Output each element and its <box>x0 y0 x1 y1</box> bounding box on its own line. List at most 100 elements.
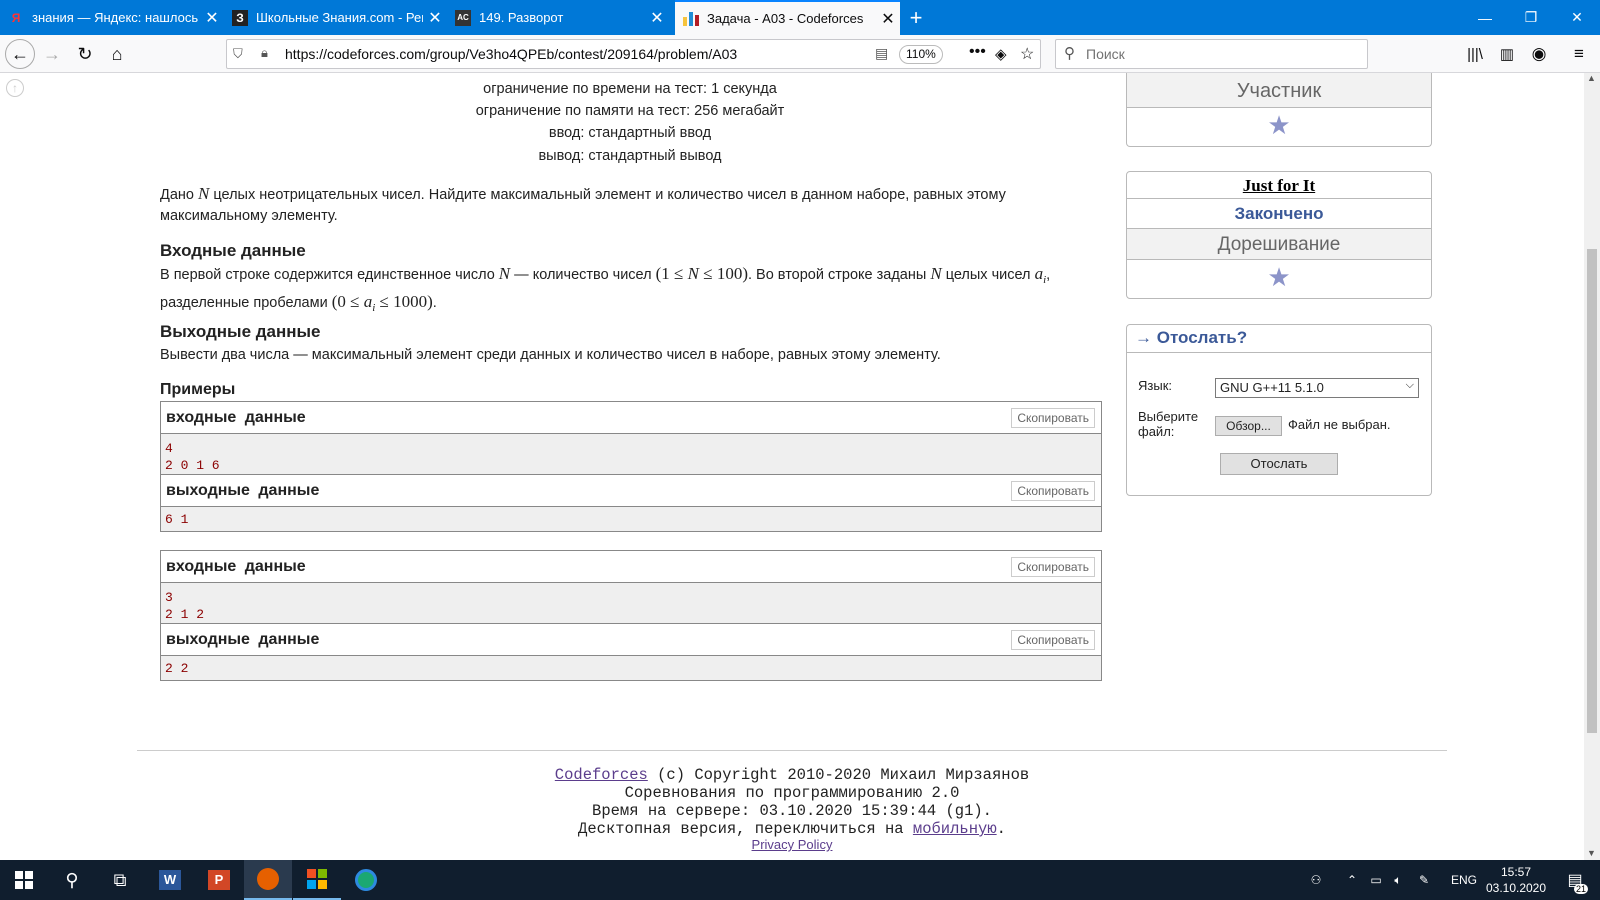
bookmark-star-icon[interactable]: ☆ <box>1020 44 1034 64</box>
contest-name-link[interactable]: Just for It <box>1127 172 1431 199</box>
tab-title: Школьные Знания.com - Реш <box>256 10 423 25</box>
windows-start-icon[interactable] <box>0 860 48 900</box>
scrollbar-thumb[interactable] <box>1587 249 1597 733</box>
sample-test-1: входные данные Скопировать 4 2 0 1 6 вых… <box>160 401 1102 532</box>
contest-status: Закончено <box>1127 199 1431 229</box>
file-label-line1: Выберите <box>1138 409 1199 424</box>
statement-text: Дано <box>160 187 194 203</box>
copy-input-button[interactable]: Скопировать <box>1011 557 1095 577</box>
math-range: ≤ 1000) <box>375 291 433 311</box>
tab-acmp[interactable]: AC 149. Разворот ✕ <box>447 0 669 35</box>
pocket-icon[interactable]: ◈ <box>995 45 1007 63</box>
close-tab-icon[interactable]: ✕ <box>876 9 900 29</box>
footer-dot: . <box>996 820 1006 838</box>
math-sub: i <box>1043 273 1047 286</box>
url-bar[interactable]: ⛉ 🔒︎ https://codeforces.com/group/Ve3ho4… <box>226 39 1041 69</box>
copy-input-button[interactable]: Скопировать <box>1011 408 1095 428</box>
sample-input: 3 2 1 2 <box>161 583 1101 624</box>
volume-icon[interactable]: 🔈︎ <box>1388 860 1408 900</box>
menu-icon[interactable]: ≡ <box>1564 39 1594 69</box>
znaniya-icon: З <box>232 9 248 26</box>
time-limit: ограничение по времени на тест: 1 секунд… <box>483 81 777 97</box>
input-text: разделенные пробелами <box>160 294 328 311</box>
clock[interactable]: 15:57 03.10.2020 <box>1486 860 1546 900</box>
server-time: Время на сервере: 03.10.2020 15:39:44 (g… <box>592 802 992 820</box>
copyright-text: (c) Copyright 2010-2020 Михаил Мирзаянов <box>647 766 1030 784</box>
chevron-up-icon[interactable]: ⌃ <box>1342 860 1362 900</box>
output-description: Вывести два числа — максимальный элемент… <box>160 347 941 363</box>
language-indicator[interactable]: ENG <box>1448 860 1480 900</box>
acmp-icon: AC <box>455 9 471 26</box>
clock-date: 03.10.2020 <box>1485 881 1547 895</box>
minimize-button[interactable]: — <box>1462 0 1508 35</box>
account-icon[interactable]: ◉ <box>1524 39 1554 69</box>
windows-taskbar: ⚲ ⧉ W P ⚇ ⌃ ▭ 🔈︎ ✎ ENG 15:57 03.10.2020 … <box>0 860 1600 900</box>
math-var: a <box>363 291 373 311</box>
mobile-link[interactable]: мобильную <box>913 820 997 838</box>
close-window-button[interactable]: ✕ <box>1554 0 1600 35</box>
browse-button[interactable]: Обзор... <box>1215 416 1282 436</box>
math-var: N <box>498 264 511 283</box>
copy-output-button[interactable]: Скопировать <box>1011 481 1095 501</box>
forward-icon[interactable]: → <box>37 39 67 69</box>
codeforces-link[interactable]: Codeforces <box>555 766 648 784</box>
home-icon[interactable]: ⌂ <box>102 39 132 69</box>
edge-icon[interactable] <box>342 860 390 900</box>
reload-icon[interactable]: ↻ <box>70 39 100 69</box>
word-icon[interactable]: W <box>146 860 194 900</box>
close-tab-icon[interactable]: ✕ <box>200 8 224 28</box>
network-icon[interactable]: ▭ <box>1366 860 1386 900</box>
firefox-icon[interactable] <box>244 860 292 900</box>
url-text[interactable]: https://codeforces.com/group/Ve3ho4QPEb/… <box>285 46 737 62</box>
sidebar-icon[interactable]: ▥ <box>1492 39 1522 69</box>
library-icon[interactable]: |||\ <box>1460 39 1490 69</box>
scroll-up-icon[interactable]: ↑ <box>6 79 24 97</box>
file-label: Выберите файл: <box>1138 409 1198 439</box>
reader-view-icon[interactable]: ▤ <box>875 45 888 62</box>
back-icon[interactable]: ← <box>5 39 35 69</box>
search-bar[interactable]: ⚲ Поиск <box>1055 39 1368 69</box>
contest-box: Just for It Закончено Дорешивание ★ <box>1126 171 1432 299</box>
desktop-version-text: Десктопная версия, переключиться на <box>578 820 913 838</box>
powerpoint-icon[interactable]: P <box>195 860 243 900</box>
sample-input-header: входные данные Скопировать <box>161 551 1101 583</box>
pen-icon[interactable]: ✎ <box>1414 860 1434 900</box>
sample-input-header: входные данные Скопировать <box>161 402 1101 434</box>
shield-icon[interactable]: ⛉ <box>233 46 243 62</box>
sample-output-header: выходные данные Скопировать <box>161 624 1101 656</box>
math-var: a <box>1034 264 1044 283</box>
restore-button[interactable]: ❐ <box>1508 0 1554 35</box>
close-tab-icon[interactable]: ✕ <box>645 8 669 28</box>
favorite-star-icon[interactable]: ★ <box>1127 260 1431 298</box>
page-actions-icon[interactable]: ••• <box>969 43 986 61</box>
submit-button[interactable]: Отослать <box>1220 453 1338 475</box>
scroll-down-arrow-icon[interactable]: ▼ <box>1587 848 1596 858</box>
statement-text: максимальному элементу. <box>160 208 338 224</box>
sample-output-header: выходные данные Скопировать <box>161 475 1101 507</box>
tab-yandex[interactable]: Я знания — Яндекс: нашлось 33 ✕ <box>0 0 224 35</box>
favorite-star-icon[interactable]: ★ <box>1127 108 1431 146</box>
sample-output: 2 2 <box>161 656 1101 680</box>
lock-icon[interactable]: 🔒︎ <box>261 45 268 61</box>
tab-title: 149. Разворот <box>479 10 564 25</box>
vertical-scrollbar[interactable]: ▲ ▼ <box>1584 73 1600 860</box>
scroll-up-arrow-icon[interactable]: ▲ <box>1587 73 1596 83</box>
new-tab-button[interactable]: + <box>900 0 932 35</box>
search-icon[interactable]: ⚲ <box>48 860 96 900</box>
zoom-level[interactable]: 110% <box>899 45 943 64</box>
participant-label: Участник <box>1127 73 1431 108</box>
privacy-policy-link[interactable]: Privacy Policy <box>752 837 833 852</box>
tab-znaniya[interactable]: З Школьные Знания.com - Реш ✕ <box>224 0 447 35</box>
language-select[interactable]: GNU G++11 5.1.0 ⌵ <box>1215 378 1419 398</box>
people-icon[interactable]: ⚇ <box>1304 860 1328 900</box>
store-icon[interactable] <box>293 860 341 900</box>
yandex-icon: Я <box>11 10 21 25</box>
close-tab-icon[interactable]: ✕ <box>423 8 447 28</box>
sample-test-2: входные данные Скопировать 3 2 1 2 выход… <box>160 550 1102 681</box>
notifications-icon[interactable]: ▤ 21 <box>1560 860 1590 900</box>
participant-box: Участник ★ <box>1126 73 1432 147</box>
input-title: Входные данные <box>160 241 306 260</box>
task-view-icon[interactable]: ⧉ <box>96 860 144 900</box>
copy-output-button[interactable]: Скопировать <box>1011 630 1095 650</box>
tab-codeforces[interactable]: Задача - A03 - Codeforces ✕ <box>675 0 900 35</box>
